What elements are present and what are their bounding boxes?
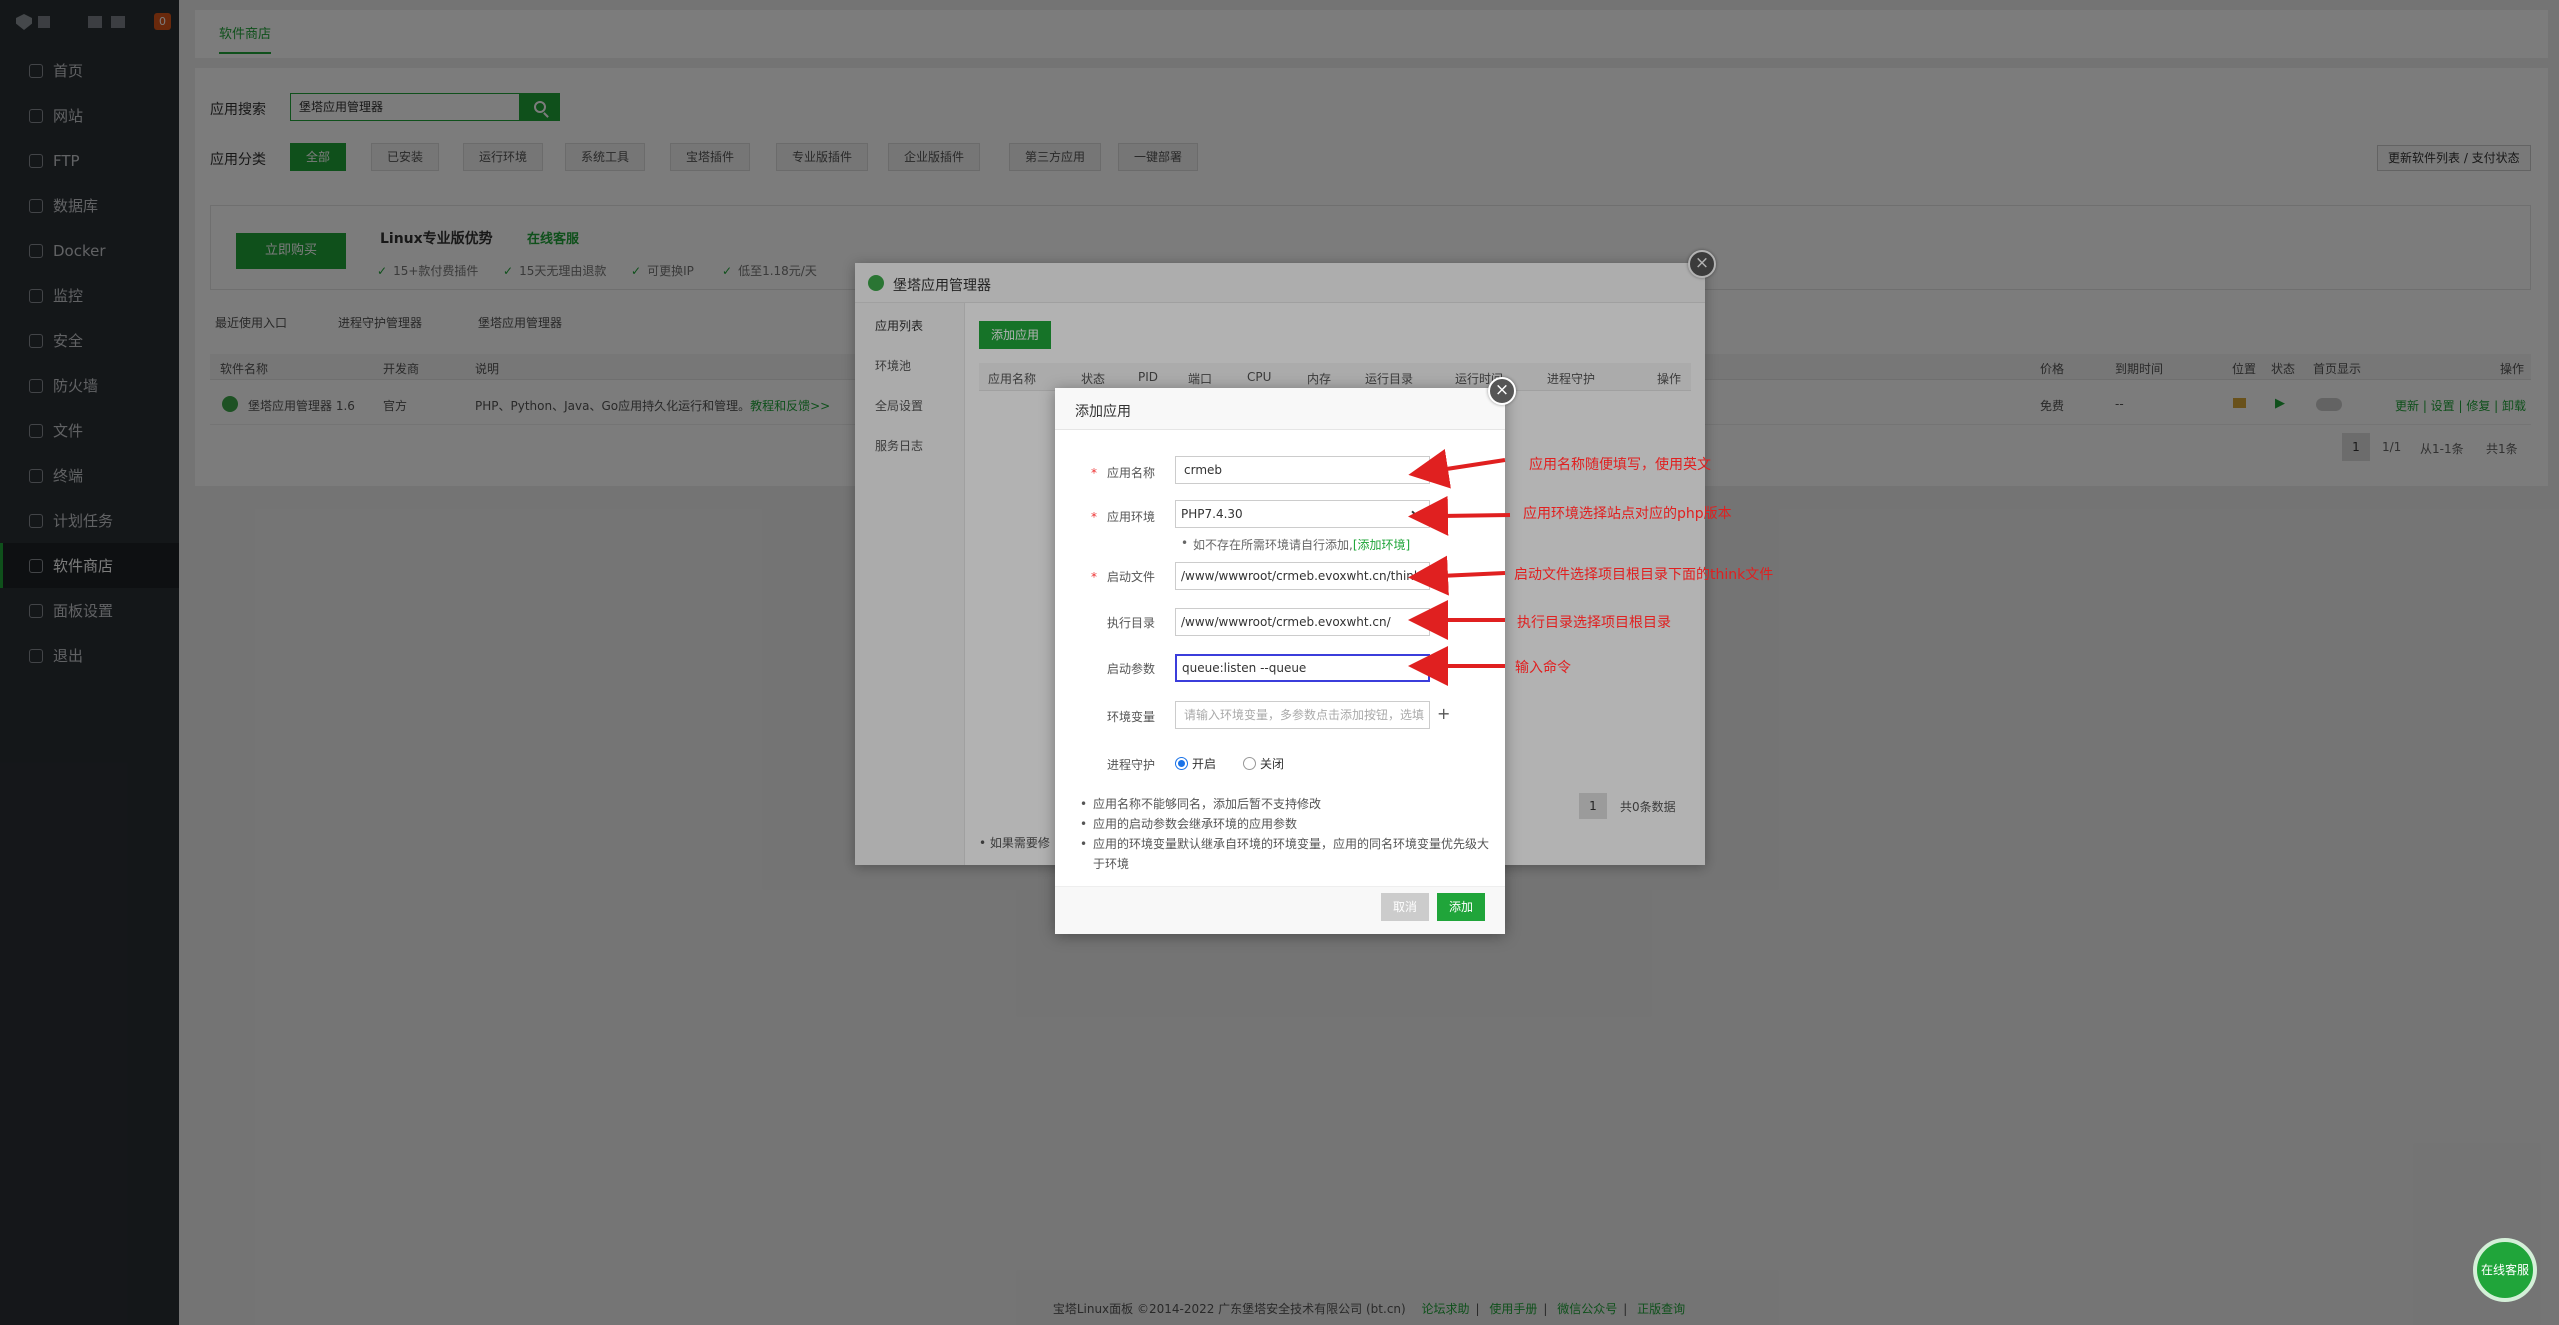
guard-on-radio[interactable]: 开启 xyxy=(1175,755,1216,772)
dialog-header: 添加应用 xyxy=(1055,388,1505,430)
cancel-button[interactable]: 取消 xyxy=(1381,893,1429,921)
guard-off-radio[interactable]: 关闭 xyxy=(1243,755,1284,772)
annotation-1: 应用名称随便填写，使用英文 xyxy=(1529,457,1711,473)
annotation-4: 执行目录选择项目根目录 xyxy=(1517,615,1671,631)
tip-item: 应用的环境变量默认继承自环境的环境变量，应用的同名环境变量优先级大于环境 xyxy=(1080,834,1493,874)
chevron-down-icon xyxy=(1411,506,1423,518)
app-env-select[interactable]: PHP7.4.30 xyxy=(1175,500,1430,528)
app-name-input[interactable]: crmeb xyxy=(1175,456,1430,484)
env-help: 如不存在所需环境请自行添加,[添加环境] xyxy=(1181,536,1410,553)
exec-dir-label: 执行目录 xyxy=(1106,616,1155,630)
annotation-2: 应用环境选择站点对应的php版本 xyxy=(1523,506,1732,522)
tip-item: 应用名称不能够同名，添加后暂不支持修改 xyxy=(1080,794,1493,814)
tips-list: 应用名称不能够同名，添加后暂不支持修改 应用的启动参数会继承环境的应用参数 应用… xyxy=(1080,794,1493,874)
app-env-value: PHP7.4.30 xyxy=(1181,507,1243,521)
env-vars-input[interactable]: 请输入环境变量，多参数点击添加按钮，选填 xyxy=(1175,701,1430,729)
start-args-input[interactable]: queue:listen --queue xyxy=(1175,654,1430,682)
radio-unchecked-icon xyxy=(1243,757,1256,770)
app-name-label: * 应用名称 xyxy=(1090,466,1155,480)
add-env-link[interactable]: [添加环境] xyxy=(1353,538,1410,552)
radio-checked-icon xyxy=(1175,757,1188,770)
add-app-dialog: 添加应用 *应用名称 crmeb *应用环境 PHP7.4.30 如不存在所需环… xyxy=(1055,388,1505,934)
dialog-title: 添加应用 xyxy=(1075,404,1131,420)
app-env-label: * 应用环境 xyxy=(1090,510,1155,524)
annotation-5: 输入命令 xyxy=(1515,660,1571,676)
add-env-var-button[interactable]: + xyxy=(1437,704,1450,723)
tip-item: 应用的启动参数会继承环境的应用参数 xyxy=(1080,814,1493,834)
start-file-input[interactable]: /www/wwwroot/crmeb.evoxwht.cn/think xyxy=(1175,562,1430,590)
start-file-label: * 启动文件 xyxy=(1090,570,1155,584)
close-icon[interactable]: × xyxy=(1488,377,1516,405)
start-args-label: 启动参数 xyxy=(1106,662,1155,676)
submit-add-button[interactable]: 添加 xyxy=(1437,893,1485,921)
env-vars-label: 环境变量 xyxy=(1106,710,1155,724)
exec-dir-input[interactable]: /www/wwwroot/crmeb.evoxwht.cn/ xyxy=(1175,608,1430,636)
annotation-3: 启动文件选择项目根目录下面的think文件 xyxy=(1514,567,1774,583)
online-chat-button[interactable]: 在线客服 xyxy=(2473,1238,2537,1302)
guard-label: 进程守护 xyxy=(1106,758,1155,772)
